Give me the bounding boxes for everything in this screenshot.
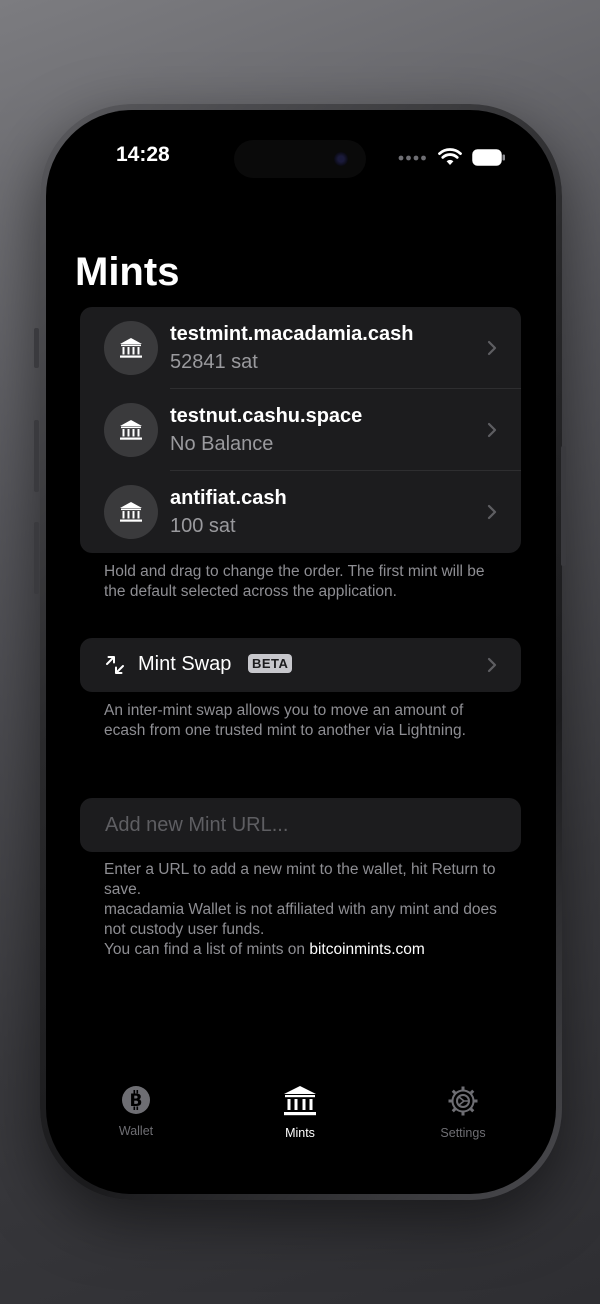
bank-icon xyxy=(120,420,142,440)
mint-name: testmint.macadamia.cash xyxy=(170,323,414,345)
mint-swap-button[interactable]: Mint Swap BETA xyxy=(80,638,521,692)
add-mint-url-input[interactable] xyxy=(80,798,521,852)
tab-mints-label: Mints xyxy=(285,1126,315,1140)
screen: 14:28 Mints testmint.macadamia.cash 5284… xyxy=(46,110,556,1194)
mint-balance: No Balance xyxy=(170,433,274,455)
mint-avatar xyxy=(104,321,158,375)
tab-bar: B Wallet Mints Settings xyxy=(46,1085,556,1155)
chevron-right-icon xyxy=(487,340,497,356)
chevron-right-icon xyxy=(487,422,497,438)
mint-swap-footnote: An inter-mint swap allows you to move an… xyxy=(104,702,466,739)
svg-text:B: B xyxy=(130,1091,143,1111)
beta-badge: BETA xyxy=(248,654,293,673)
mint-avatar xyxy=(104,403,158,457)
chevron-right-icon xyxy=(487,657,497,673)
tab-wallet-label: Wallet xyxy=(118,1124,154,1138)
mint-order-footnote: Hold and drag to change the order. The f… xyxy=(104,563,485,600)
mint-row-testmint[interactable]: testmint.macadamia.cash 52841 sat xyxy=(80,307,521,389)
status-time: 14:28 xyxy=(116,143,170,166)
volume-down-button xyxy=(34,522,39,594)
volume-up-button xyxy=(34,420,39,492)
tab-wallet[interactable]: B Wallet xyxy=(86,1085,186,1138)
tab-settings-label: Settings xyxy=(440,1126,486,1140)
chevron-right-icon xyxy=(487,504,497,520)
mint-list-hint-text: You can find a list of mints on xyxy=(104,941,310,958)
mint-balance: 100 sat xyxy=(170,515,236,537)
bitcoin-icon: B xyxy=(122,1086,150,1114)
add-mint-footnote: Enter a URL to add a new mint to the wal… xyxy=(104,860,504,960)
mint-list: testmint.macadamia.cash 52841 sat testnu… xyxy=(80,307,521,553)
tab-settings[interactable]: Settings xyxy=(413,1085,513,1140)
action-button xyxy=(34,328,39,368)
camera-icon xyxy=(334,152,348,166)
gear-icon xyxy=(448,1086,478,1116)
status-icons xyxy=(398,148,506,166)
bitcoinmints-link[interactable]: bitcoinmints.com xyxy=(309,941,424,958)
page-title: Mints xyxy=(75,250,180,294)
mint-avatar xyxy=(104,485,158,539)
power-button xyxy=(561,446,566,566)
dynamic-island xyxy=(234,140,366,178)
mint-balance: 52841 sat xyxy=(170,351,258,373)
bank-icon xyxy=(284,1086,316,1116)
mint-row-testnut[interactable]: testnut.cashu.space No Balance xyxy=(80,389,521,471)
bank-icon xyxy=(120,502,142,522)
swap-arrows-icon xyxy=(106,656,124,674)
mint-name: antifiat.cash xyxy=(170,487,287,509)
add-mint-instructions: Enter a URL to add a new mint to the wal… xyxy=(104,861,496,898)
cellular-signal-icon xyxy=(398,155,426,161)
wifi-icon xyxy=(438,148,462,165)
battery-icon xyxy=(472,148,505,166)
affiliation-disclaimer: macadamia Wallet is not affiliated with … xyxy=(104,901,497,938)
tab-mints[interactable]: Mints xyxy=(250,1085,350,1140)
mint-name: testnut.cashu.space xyxy=(170,405,363,427)
mint-row-antifiat[interactable]: antifiat.cash 100 sat xyxy=(80,471,521,553)
mint-swap-label: Mint Swap xyxy=(138,653,232,675)
bank-icon xyxy=(120,338,142,358)
mint-list-hint: You can find a list of mints on bitcoinm… xyxy=(104,940,504,960)
